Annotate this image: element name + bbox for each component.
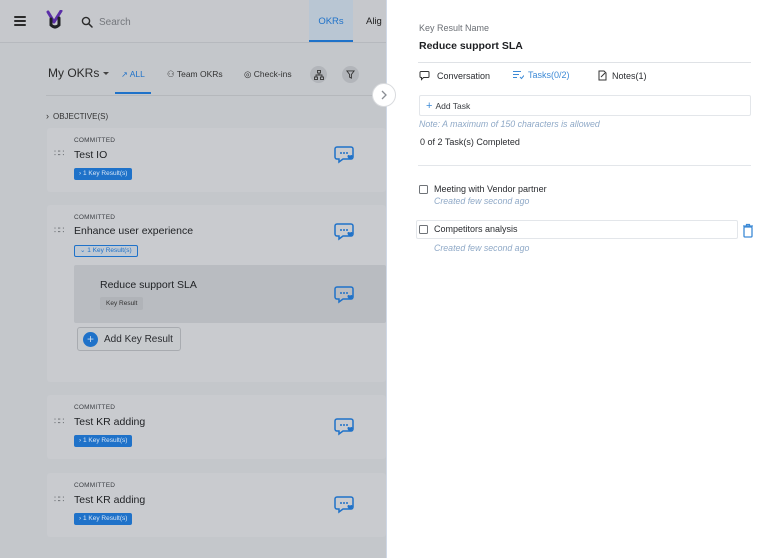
divider [418,165,751,166]
task-title[interactable]: Competitors analysis [434,224,518,234]
all-tab-icon: ↗ [121,70,128,79]
conversation-tab-icon [419,71,430,81]
objective-title[interactable]: Test KR adding [74,494,145,506]
notes-icon [598,70,607,81]
nav-tab-okrs[interactable]: OKRs [309,0,353,42]
filter-icon [346,70,355,79]
tab-team-label: Team OKRs [176,69,223,79]
conversation-icon[interactable] [334,220,356,242]
add-key-result-button[interactable]: + Add Key Result [77,327,181,351]
nav-tab-alignment[interactable]: Alig [366,0,382,42]
objectives-label: OBJECTIVE(S) [53,112,109,121]
my-okrs-label: My OKRs [48,66,100,80]
objectives-toggle[interactable]: › OBJECTIVE(S) [46,111,108,121]
key-result-title[interactable]: Reduce support SLA [100,279,197,291]
tab-all-label: ALL [129,69,145,79]
plus-icon: + [83,331,98,347]
hierarchy-icon [313,69,324,80]
tab-notes[interactable]: Notes(1) [597,70,647,81]
objective-title[interactable]: Test IO [74,149,107,161]
character-limit-note: Note: A maximum of 150 characters is all… [419,119,600,129]
task-created-meta: Created few second ago [434,243,530,253]
my-okrs-dropdown[interactable]: My OKRs [48,66,110,80]
key-results-toggle[interactable]: › 1 Key Result(s) [74,168,133,180]
key-results-toggle[interactable]: › 1 Key Result(s) [74,435,133,447]
objective-title[interactable]: Enhance user experience [74,225,193,237]
tasks-completed-count: 0 of 2 Task(s) Completed [420,137,520,147]
chevron-right-icon [381,90,387,100]
delete-icon[interactable] [742,223,754,243]
chevron-down-icon [103,72,110,76]
hierarchy-view-button[interactable] [310,66,327,83]
key-result-drawer [386,0,768,558]
task-checkbox[interactable] [419,225,428,234]
conversation-icon[interactable] [334,143,356,165]
tab-tasks-label: Tasks(0/2) [528,70,570,80]
add-task-input[interactable]: + Add Task [419,95,751,116]
tab-all[interactable]: ↗ ALL [115,60,151,94]
plus-icon: + [426,100,433,112]
key-result-name: Reduce support SLA [419,40,523,52]
tasks-list-icon [513,71,524,80]
search-input[interactable] [99,13,289,31]
drag-handle-icon[interactable]: ∷∷ [54,495,65,504]
conversation-icon[interactable] [334,415,356,437]
conversation-icon[interactable] [334,283,356,305]
kr-count-label: 1 Key Result(s) [82,515,128,522]
objective-status: COMMITTED [74,482,116,489]
task-title[interactable]: Meeting with Vendor partner [434,184,547,194]
kr-count-label: 1 Key Result(s) [82,170,128,177]
objective-status: COMMITTED [74,404,116,411]
tab-tasks[interactable]: Tasks(0/2) [512,70,570,80]
kr-count-label: 1 Key Result(s) [82,437,128,444]
tab-check-ins[interactable]: ◎ Check-ins [244,69,292,80]
tab-check-label: Check-ins [253,69,292,79]
kr-count-label: 1 Key Result(s) [87,247,132,254]
objective-status: COMMITTED [74,214,116,221]
drag-handle-icon[interactable]: ∷∷ [54,149,65,158]
task-created-meta: Created few second ago [434,196,530,206]
filter-button[interactable] [342,66,359,83]
objective-status: COMMITTED [74,137,116,144]
check-in-icon: ◎ [244,69,252,79]
divider [418,62,751,63]
add-task-label: Add Task [435,101,471,111]
drag-handle-icon[interactable]: ∷∷ [54,417,65,426]
drag-handle-icon[interactable]: ∷∷ [54,226,65,235]
tab-conversation[interactable]: Conversation [419,70,490,81]
add-key-result-label: Add Key Result [104,333,173,345]
key-result-badge: Key Result [100,297,144,310]
chevron-right-icon: › [46,111,49,121]
app-logo[interactable] [46,9,64,30]
key-result-name-label: Key Result Name [419,23,490,33]
task-checkbox[interactable] [419,185,428,194]
key-results-toggle[interactable]: ⌄ 1 Key Result(s) [74,245,138,257]
tab-notes-label: Notes(1) [612,70,647,81]
search-icon[interactable] [81,15,93,33]
tab-team-okrs[interactable]: ⚇ Team OKRs [167,69,223,80]
conversation-icon[interactable] [334,493,356,515]
collapse-drawer-button[interactable] [372,83,396,107]
team-icon: ⚇ [167,69,175,79]
divider [46,95,386,96]
objective-title[interactable]: Test KR adding [74,416,145,428]
menu-icon[interactable] [14,16,26,26]
key-results-toggle[interactable]: › 1 Key Result(s) [74,513,133,525]
tab-conversation-label: Conversation [437,70,491,81]
